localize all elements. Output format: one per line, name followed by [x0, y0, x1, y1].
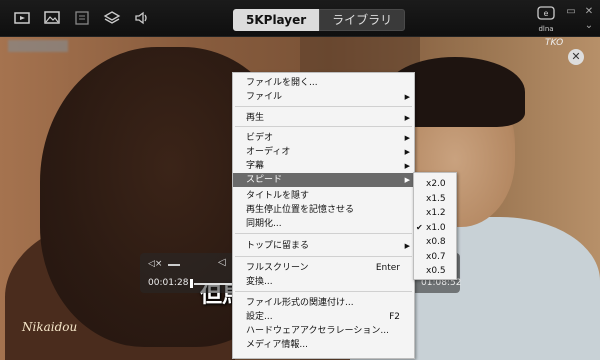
tab-bar: 5KPlayer ライブラリ — [233, 9, 406, 31]
menu-item[interactable]: トップに留まる ▶ — [233, 239, 414, 253]
menu-item-label: トップに留まる — [246, 241, 310, 251]
speed-option[interactable]: ✔ x1.0 — [414, 221, 456, 235]
menu-item[interactable]: 字幕 ▶ — [233, 159, 414, 173]
menu-item-shortcut: Enter — [375, 263, 400, 273]
dlna-icon: e — [537, 6, 555, 20]
speed-option-label: x0.7 — [426, 251, 446, 262]
channel-logo: TKO — [545, 38, 564, 48]
speed-option-label: x0.5 — [426, 266, 446, 276]
seek-bar[interactable] — [194, 283, 234, 285]
picture-icon[interactable] — [43, 9, 61, 27]
menu-item-label: フルスクリーン — [246, 263, 309, 273]
speed-option[interactable]: x1.2 — [414, 206, 456, 220]
menu-item[interactable]: 変換... — [233, 275, 414, 289]
menu-item-label: ファイル — [246, 92, 283, 102]
minimize-button[interactable]: ▭ — [565, 6, 577, 18]
menu-separator — [235, 256, 412, 257]
menu-item[interactable]: スピード ▶ — [233, 173, 414, 187]
svg-text:e: e — [544, 9, 549, 18]
playlist-icon[interactable] — [73, 9, 91, 27]
submenu-arrow-icon: ▶ — [404, 176, 410, 184]
speed-option[interactable]: x1.5 — [414, 192, 456, 206]
menu-item[interactable]: 同期化... — [233, 217, 414, 231]
top-toolbar: 5KPlayer ライブラリ e dlna ▭ ✕ ⌄ — [0, 0, 600, 37]
close-video-button[interactable]: ✕ — [568, 49, 584, 65]
menu-item[interactable]: メディア情報... — [233, 338, 414, 352]
menu-item[interactable]: 設定... F2 — [233, 310, 414, 324]
menu-item[interactable]: ファイル形式の関連付け... — [233, 296, 414, 310]
speed-option-label: x1.0 — [426, 222, 446, 233]
player-window: 5KPlayer ライブラリ e dlna ▭ ✕ ⌄ TKO ✕ 但馬 Nik… — [0, 0, 600, 360]
watermark: Nikaidou — [22, 320, 78, 334]
menu-item[interactable]: 再生停止位置を記憶させる — [233, 203, 414, 217]
tab-library[interactable]: ライブラリ — [319, 9, 406, 31]
menu-item-label: ファイルを開く... — [246, 78, 318, 88]
menu-item-label: 変換... — [246, 277, 273, 287]
submenu-arrow-icon: ▶ — [404, 93, 410, 101]
menu-item[interactable]: ファイルを開く... — [233, 76, 414, 90]
menu-separator — [235, 233, 412, 234]
menu-item-label: ファイル形式の関連付け... — [246, 298, 354, 308]
menu-item-label: ハードウェアアクセラレーション... — [246, 326, 389, 336]
context-menu: ファイルを開く... ファイル ▶ 再生 ▶ ビデオ ▶ オーディオ ▶ 字幕 ▶ スピード ▶ タイトル… — [232, 72, 415, 359]
dlna-label: dlna — [538, 25, 554, 33]
submenu-arrow-icon: ▶ — [404, 242, 410, 250]
layers-icon[interactable] — [103, 9, 121, 27]
speed-option[interactable]: x0.7 — [414, 250, 456, 264]
menu-item[interactable]: ハードウェアアクセラレーション... — [233, 324, 414, 338]
mute-icon[interactable]: ◁× — [148, 259, 162, 269]
volume-slider[interactable] — [168, 264, 180, 266]
speed-option-label: x1.5 — [426, 193, 446, 204]
blurred-caption — [8, 40, 68, 52]
menu-item-label: メディア情報... — [246, 340, 308, 350]
menu-item-label: スピード — [246, 175, 283, 185]
tab-5kplayer[interactable]: 5KPlayer — [233, 9, 320, 31]
submenu-arrow-icon: ▶ — [404, 134, 410, 142]
menu-item[interactable]: オーディオ ▶ — [233, 145, 414, 159]
menu-item-label: タイトルを隠す — [246, 191, 310, 201]
menu-item[interactable]: フルスクリーン Enter — [233, 261, 414, 275]
speed-option[interactable]: x0.5 — [414, 264, 456, 278]
menu-item[interactable]: ファイル ▶ — [233, 90, 414, 104]
submenu-arrow-icon: ▶ — [404, 148, 410, 156]
video-icon[interactable] — [13, 9, 31, 27]
menu-item[interactable]: タイトルを隠す — [233, 189, 414, 203]
menu-separator — [235, 106, 412, 107]
checkmark-icon: ✔ — [416, 222, 423, 232]
close-button[interactable]: ✕ — [583, 6, 595, 18]
submenu-arrow-icon: ▶ — [404, 114, 410, 122]
audio-icon[interactable] — [133, 9, 151, 27]
menu-item-label: 再生停止位置を記憶させる — [246, 205, 355, 215]
menu-item-label: オーディオ — [246, 147, 291, 157]
menu-button[interactable]: ⌄ — [583, 20, 595, 32]
volume-icon[interactable]: ◁ — [218, 257, 226, 268]
speed-option-label: x1.2 — [426, 208, 446, 218]
menu-item[interactable]: ビデオ ▶ — [233, 131, 414, 145]
speed-option-label: x2.0 — [426, 179, 446, 189]
speed-option[interactable]: x2.0 — [414, 177, 456, 191]
current-time: 00:01:28 — [148, 278, 189, 288]
menu-item-label: 設定... — [246, 312, 273, 322]
menu-separator — [235, 291, 412, 292]
speed-submenu: x2.0 x1.5 x1.2 ✔ x1.0 x0.8 x0.7 x0.5 — [413, 172, 457, 280]
menu-item-label: 字幕 — [246, 161, 265, 171]
menu-item-label: 再生 — [246, 113, 265, 123]
speed-option-label: x0.8 — [426, 237, 446, 247]
menu-item-label: ビデオ — [246, 133, 274, 143]
seek-handle[interactable] — [190, 279, 194, 288]
speed-option[interactable]: x0.8 — [414, 235, 456, 249]
menu-separator — [235, 126, 412, 127]
menu-item-label: 同期化... — [246, 219, 282, 229]
dlna-button[interactable]: e dlna — [533, 5, 559, 33]
menu-item[interactable]: 再生 ▶ — [233, 111, 414, 125]
submenu-arrow-icon: ▶ — [404, 162, 410, 170]
menu-item-shortcut: F2 — [389, 312, 400, 322]
